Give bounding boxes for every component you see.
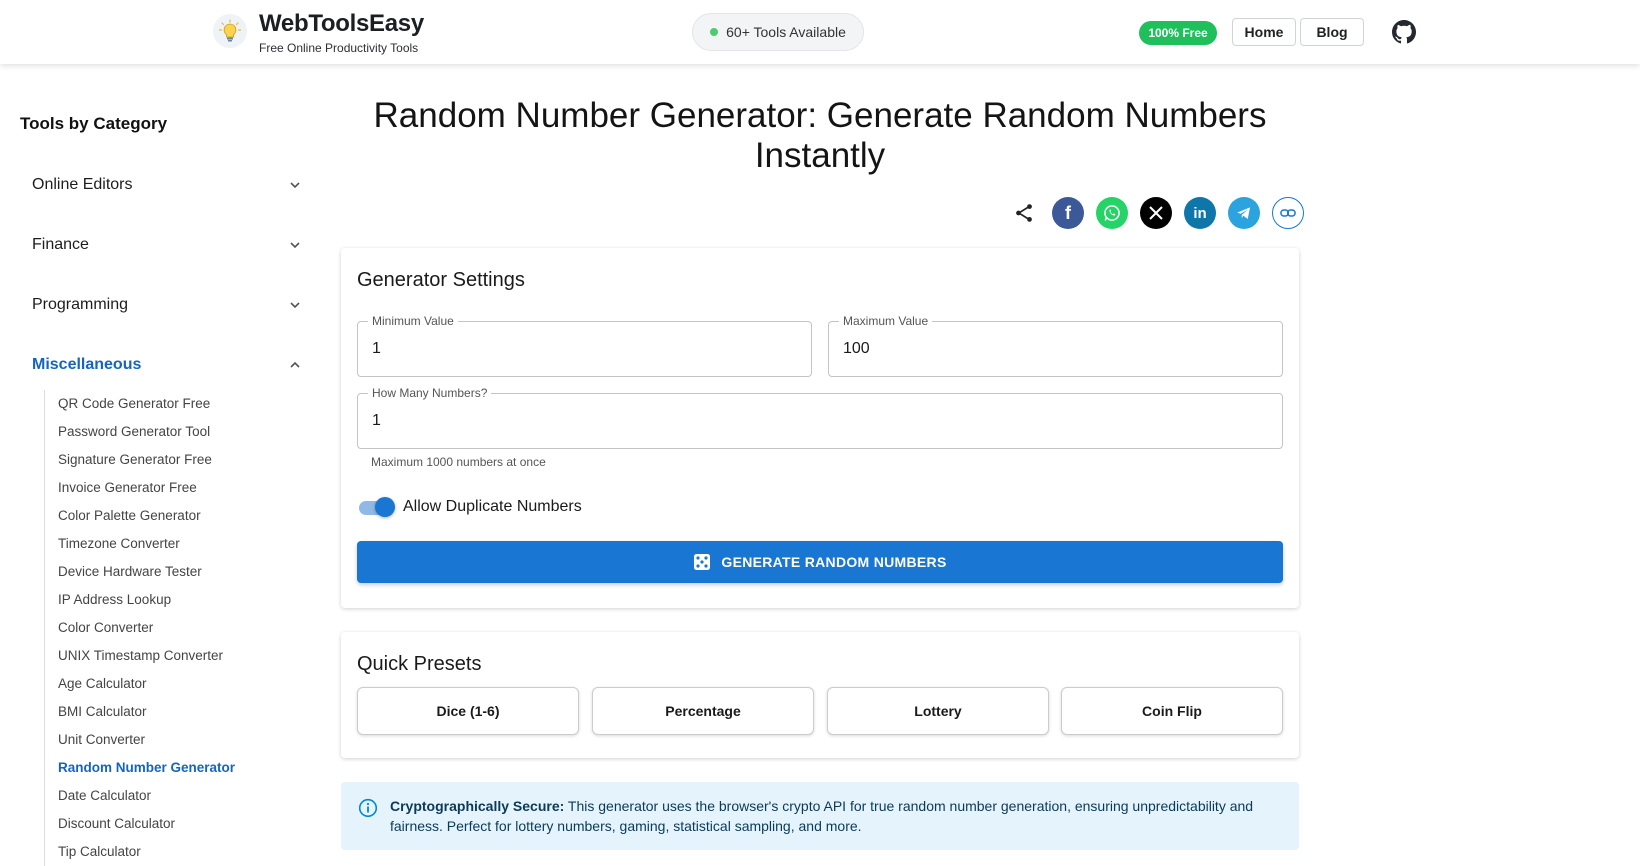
sidebar-item-invoice-generator[interactable]: Invoice Generator Free xyxy=(58,474,304,502)
quick-presets-card: Quick Presets Dice (1-6) Percentage Lott… xyxy=(341,632,1299,758)
preset-lottery-button[interactable]: Lottery xyxy=(827,687,1049,735)
allow-duplicates-label[interactable]: Allow Duplicate Numbers xyxy=(403,498,582,516)
generate-random-numbers-button[interactable]: GENERATE RANDOM NUMBERS xyxy=(357,541,1283,583)
chevron-down-icon xyxy=(290,182,300,189)
whatsapp-icon[interactable] xyxy=(1096,197,1128,229)
home-button[interactable]: Home xyxy=(1232,18,1296,46)
sidebar-heading: Tools by Category xyxy=(20,114,168,133)
maximum-value-label: Maximum Value xyxy=(839,314,933,328)
blog-button[interactable]: Blog xyxy=(1300,18,1364,46)
sidebar-item-tip-calculator[interactable]: Tip Calculator xyxy=(58,838,304,866)
page-title-line-1: Random Number Generator: Generate Random… xyxy=(373,96,1267,135)
share-icon[interactable] xyxy=(1008,197,1040,229)
minimum-value-label: Minimum Value xyxy=(368,314,458,328)
sidebar-item-bmi-calculator[interactable]: BMI Calculator xyxy=(58,698,304,726)
facebook-icon[interactable]: f xyxy=(1052,197,1084,229)
sidebar-item-age-calculator[interactable]: Age Calculator xyxy=(58,670,304,698)
sidebar-item-qr-code-generator[interactable]: QR Code Generator Free xyxy=(58,390,304,418)
site-subtitle: Free Online Productivity Tools xyxy=(259,41,419,55)
dice-icon xyxy=(694,554,711,570)
sidebar: Tools by Category Online Editors Finance… xyxy=(0,64,320,866)
maximum-value-field[interactable]: Maximum Value 100 xyxy=(828,314,1283,377)
chevron-up-icon xyxy=(290,361,300,368)
info-text: Cryptographically Secure: This generator… xyxy=(390,796,1270,836)
site-title[interactable]: WebToolsEasy xyxy=(259,10,424,38)
sidebar-item-discount-calculator[interactable]: Discount Calculator xyxy=(58,810,304,838)
status-dot-icon xyxy=(710,28,719,36)
how-many-numbers-input[interactable]: 1 xyxy=(372,412,381,430)
lightbulb-icon[interactable] xyxy=(213,14,247,48)
page-title: Random Number Generator: Generate Random… xyxy=(341,96,1299,176)
info-bold: Cryptographically Secure: xyxy=(390,798,565,814)
sidebar-item-ip-address-lookup[interactable]: IP Address Lookup xyxy=(58,586,304,614)
sidebar-item-unix-timestamp-converter[interactable]: UNIX Timestamp Converter xyxy=(58,642,304,670)
preset-percentage-button[interactable]: Percentage xyxy=(592,687,814,735)
sidebar-item-random-number-generator[interactable]: Random Number Generator xyxy=(58,754,304,782)
sidebar-category-programming[interactable]: Programming xyxy=(32,290,302,320)
page-title-line-2: Instantly xyxy=(754,136,886,175)
link-icon[interactable] xyxy=(1272,197,1304,229)
how-many-numbers-label: How Many Numbers? xyxy=(368,386,492,400)
linkedin-icon[interactable]: in xyxy=(1184,197,1216,229)
category-label: Programming xyxy=(32,296,129,313)
minimum-value-input[interactable]: 1 xyxy=(372,340,381,358)
allow-duplicates-toggle[interactable] xyxy=(357,496,395,518)
quick-presets-title: Quick Presets xyxy=(357,653,482,675)
minimum-value-field[interactable]: Minimum Value 1 xyxy=(357,314,812,377)
category-label: Online Editors xyxy=(32,176,133,193)
github-icon[interactable] xyxy=(1392,20,1416,44)
sidebar-item-unit-converter[interactable]: Unit Converter xyxy=(58,726,304,754)
miscellaneous-tool-list: QR Code Generator Free Password Generato… xyxy=(44,390,304,866)
sidebar-item-timezone-converter[interactable]: Timezone Converter xyxy=(58,530,304,558)
x-icon[interactable] xyxy=(1140,197,1172,229)
telegram-icon[interactable] xyxy=(1228,197,1260,229)
preset-coin-flip-button[interactable]: Coin Flip xyxy=(1061,687,1283,735)
generate-button-label: GENERATE RANDOM NUMBERS xyxy=(721,554,947,570)
info-icon xyxy=(358,798,378,818)
generator-settings-card: Generator Settings Minimum Value 1 Maxim… xyxy=(341,248,1299,608)
sidebar-item-color-converter[interactable]: Color Converter xyxy=(58,614,304,642)
sidebar-category-finance[interactable]: Finance xyxy=(32,230,302,260)
count-helper-text: Maximum 1000 numbers at once xyxy=(371,455,546,469)
sidebar-category-miscellaneous[interactable]: Miscellaneous xyxy=(32,350,302,380)
toggle-thumb xyxy=(375,497,395,517)
how-many-numbers-field[interactable]: How Many Numbers? 1 xyxy=(357,386,1283,449)
tools-available-pill: 60+ Tools Available xyxy=(692,13,864,51)
top-header: WebToolsEasy Free Online Productivity To… xyxy=(0,0,1640,64)
preset-dice-button[interactable]: Dice (1-6) xyxy=(357,687,579,735)
sidebar-item-device-hardware-tester[interactable]: Device Hardware Tester xyxy=(58,558,304,586)
chevron-down-icon xyxy=(290,242,300,249)
sidebar-item-date-calculator[interactable]: Date Calculator xyxy=(58,782,304,810)
tools-available-label: 60+ Tools Available xyxy=(726,24,846,40)
category-label: Miscellaneous xyxy=(32,356,142,373)
sidebar-item-color-palette-generator[interactable]: Color Palette Generator xyxy=(58,502,304,530)
sidebar-item-password-generator[interactable]: Password Generator Tool xyxy=(58,418,304,446)
share-buttons: f in xyxy=(1008,196,1304,230)
sidebar-item-signature-generator[interactable]: Signature Generator Free xyxy=(58,446,304,474)
free-badge: 100% Free xyxy=(1139,21,1217,45)
category-label: Finance xyxy=(32,236,89,253)
info-alert: Cryptographically Secure: This generator… xyxy=(341,782,1299,850)
sidebar-category-online-editors[interactable]: Online Editors xyxy=(32,170,302,200)
chevron-down-icon xyxy=(290,302,300,309)
generator-settings-title: Generator Settings xyxy=(357,269,525,291)
maximum-value-input[interactable]: 100 xyxy=(843,340,870,358)
